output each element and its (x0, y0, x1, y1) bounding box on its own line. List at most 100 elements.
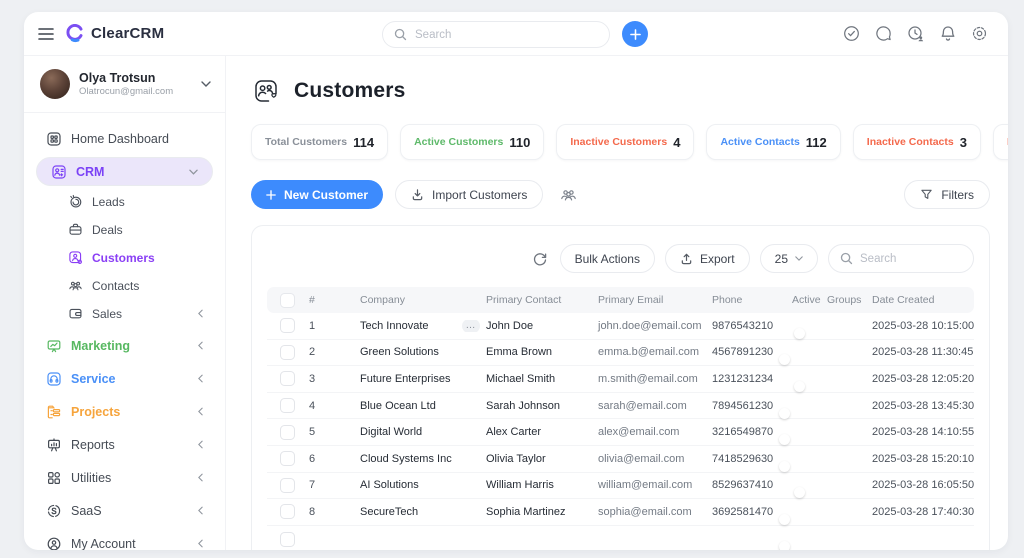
chat-icon[interactable] (875, 25, 892, 42)
chevron-down-icon (795, 256, 803, 261)
sidebar-nav: Home Dashboard CRM (24, 113, 225, 550)
bell-icon[interactable] (940, 25, 956, 42)
table-search-input[interactable] (860, 253, 962, 265)
refresh-icon[interactable] (532, 251, 548, 267)
app-logo[interactable]: ClearCRM (66, 24, 164, 43)
upload-icon (680, 252, 693, 265)
row-checkbox[interactable] (280, 451, 295, 466)
table-row: 2 Green Solutions… Emma Brown emma.b@ema… (267, 340, 974, 367)
date-created-cell: 2025-03-28 16:05:50 (872, 479, 974, 491)
table-search[interactable] (828, 244, 974, 273)
phone-cell: 8529637410 (712, 479, 792, 491)
global-search[interactable] (382, 21, 610, 48)
chevron-left-icon (198, 506, 203, 515)
sidebar-item-saas[interactable]: SaaS (36, 494, 213, 527)
primary-email-cell: john.doe@email.com (598, 320, 712, 332)
row-checkbox[interactable] (280, 532, 295, 547)
sidebar-item-label: CRM (76, 165, 104, 179)
row-number: 1 (309, 320, 360, 332)
actions-row: New Customer Import Customers Filters (251, 180, 990, 209)
reports-icon (46, 437, 62, 453)
row-number: 3 (309, 373, 360, 385)
stat-active-customers[interactable]: Active Customers 110 (400, 124, 544, 160)
date-created-cell: 2025-03-28 14:10:55 (872, 426, 974, 438)
sidebar-item-label: Contacts (92, 279, 139, 293)
row-checkbox[interactable] (280, 371, 295, 386)
manage-groups-button[interactable] (555, 186, 582, 203)
user-email: Olatrocun@gmail.com (79, 86, 173, 97)
row-number: 6 (309, 453, 360, 465)
sidebar-item-label: Sales (92, 307, 122, 321)
company-cell: SecureTech… (360, 506, 486, 518)
sidebar-item-leads[interactable]: Leads (36, 189, 213, 214)
export-button[interactable]: Export (665, 244, 750, 273)
sidebar-item-contacts[interactable]: Contacts (36, 273, 213, 298)
sidebar-item-label: Reports (71, 438, 115, 452)
customers-title-icon (251, 76, 281, 106)
sidebar-item-customers[interactable]: Customers (36, 245, 213, 270)
account-person-icon (46, 536, 62, 551)
sidebar-item-label: Utilities (71, 471, 111, 485)
table-toolbar: Bulk Actions Export 25 (267, 244, 974, 273)
row-checkbox[interactable] (280, 345, 295, 360)
stat-total-customers[interactable]: Total Customers 114 (251, 124, 388, 160)
company-cell: Green Solutions… (360, 346, 486, 358)
sidebar-item-label: SaaS (71, 504, 102, 518)
table-body: 1 Tech Innovate… John Doe john.doe@email… (267, 313, 974, 550)
stat-inactive-contacts-2[interactable]: Inactive Contacts 3 (993, 124, 1008, 160)
row-checkbox[interactable] (280, 318, 295, 333)
company-cell: Tech Innovate… (360, 320, 486, 332)
sidebar-item-home-dashboard[interactable]: Home Dashboard (36, 124, 213, 154)
row-checkbox[interactable] (280, 425, 295, 440)
sidebar-item-utilities[interactable]: Utilities (36, 461, 213, 494)
page-size-select[interactable]: 25 (760, 244, 818, 273)
check-circle-icon[interactable] (843, 25, 860, 42)
row-menu-button[interactable]: … (462, 320, 480, 332)
briefcase-icon (68, 222, 83, 237)
row-number: 5 (309, 426, 360, 438)
dashboard-grid-icon (46, 131, 62, 147)
sidebar-item-reports[interactable]: Reports (36, 428, 213, 461)
sidebar-item-label: My Account (71, 537, 136, 551)
date-created-cell: 2025-03-28 11:30:45 (872, 346, 974, 358)
quick-add-button[interactable] (622, 21, 648, 47)
sidebar-item-deals[interactable]: Deals (36, 217, 213, 242)
date-created-cell: 2025-03-28 13:45:30 (872, 400, 974, 412)
row-number: 4 (309, 400, 360, 412)
chevron-left-icon (198, 374, 203, 383)
stat-inactive-customers[interactable]: Inactive Customers 4 (556, 124, 694, 160)
sidebar-item-marketing[interactable]: Marketing (36, 329, 213, 362)
bulk-actions-button[interactable]: Bulk Actions (560, 244, 655, 273)
global-search-input[interactable] (415, 29, 598, 41)
row-number: 2 (309, 346, 360, 358)
gear-icon[interactable] (971, 25, 988, 42)
user-profile[interactable]: Olya Trotsun Olatrocun@gmail.com (24, 56, 225, 113)
logo-mark-icon (66, 24, 85, 43)
sidebar-item-service[interactable]: Service (36, 362, 213, 395)
primary-contact-cell: Olivia Taylor (486, 453, 598, 465)
sidebar-item-crm[interactable]: CRM (36, 157, 213, 186)
sidebar-item-my-account[interactable]: My Account (36, 527, 213, 550)
customer-icon (68, 250, 83, 265)
time-person-icon[interactable] (907, 25, 925, 43)
sidebar-item-sales[interactable]: Sales (36, 301, 213, 326)
row-checkbox[interactable] (280, 504, 295, 519)
hamburger-icon[interactable] (38, 27, 54, 41)
row-checkbox[interactable] (280, 398, 295, 413)
stat-inactive-contacts[interactable]: Inactive Contacts 3 (853, 124, 981, 160)
company-cell: AI Solutions… (360, 479, 486, 491)
import-customers-button[interactable]: Import Customers (395, 180, 543, 209)
primary-contact-cell: Sophia Martinez (486, 506, 598, 518)
header-icon-group (843, 25, 988, 43)
select-all-checkbox[interactable] (280, 293, 295, 308)
chevron-left-icon (198, 309, 203, 318)
chevron-left-icon (198, 341, 203, 350)
stat-active-contacts[interactable]: Active Contacts 112 (706, 124, 840, 160)
sidebar-item-projects[interactable]: Projects (36, 395, 213, 428)
company-cell: Future Enterprises… (360, 373, 486, 385)
row-checkbox[interactable] (280, 478, 295, 493)
filters-button[interactable]: Filters (904, 180, 990, 209)
sidebar-item-label: Home Dashboard (71, 132, 169, 146)
new-customer-button[interactable]: New Customer (251, 180, 383, 209)
primary-email-cell: sophia@email.com (598, 506, 712, 518)
